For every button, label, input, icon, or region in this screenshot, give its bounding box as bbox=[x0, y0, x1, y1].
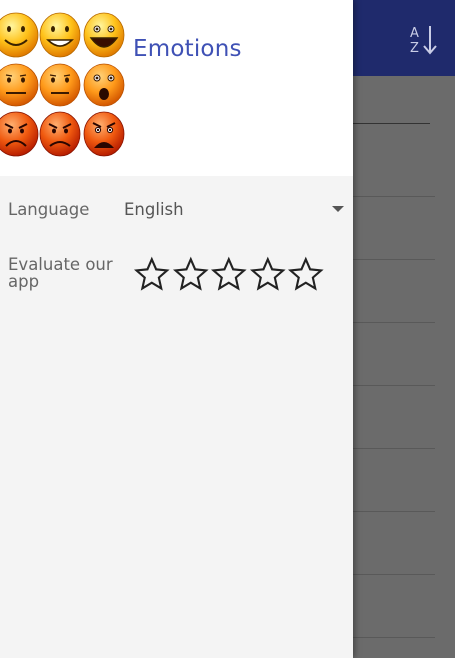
app-title: Emotions bbox=[133, 36, 242, 62]
star-outline-icon[interactable] bbox=[172, 256, 210, 292]
list-divider bbox=[352, 385, 435, 386]
list-divider bbox=[352, 448, 435, 449]
list-divider bbox=[352, 511, 435, 512]
rate-app-label: Evaluate our app bbox=[8, 255, 113, 291]
language-label: Language bbox=[8, 200, 90, 219]
star-outline-icon[interactable] bbox=[210, 256, 248, 292]
emoji-smile-icon bbox=[0, 12, 39, 58]
list-divider bbox=[352, 322, 435, 323]
language-select[interactable]: English bbox=[124, 200, 184, 219]
sort-alphabetical-icon[interactable]: A Z bbox=[405, 22, 439, 56]
emoji-grin-icon bbox=[39, 12, 81, 58]
emoji-angry-icon bbox=[0, 111, 39, 157]
emoji-big-grin-icon bbox=[83, 12, 125, 58]
list-divider bbox=[352, 259, 435, 260]
star-outline-icon[interactable] bbox=[133, 256, 171, 292]
app-logo-emoji-grid bbox=[0, 12, 125, 157]
search-field-underline bbox=[352, 123, 430, 124]
list-divider bbox=[352, 574, 435, 575]
svg-text:A: A bbox=[410, 26, 419, 41]
emoji-frown-icon bbox=[39, 111, 81, 157]
drawer-header: Emotions bbox=[0, 0, 353, 176]
emoji-neutral-icon bbox=[0, 63, 39, 107]
emoji-neutral-icon bbox=[39, 63, 81, 107]
list-divider bbox=[352, 196, 435, 197]
emoji-surprised-icon bbox=[83, 63, 125, 107]
svg-text:Z: Z bbox=[410, 41, 419, 56]
emoji-angry-shout-icon bbox=[83, 111, 125, 157]
star-outline-icon[interactable] bbox=[287, 256, 325, 292]
navigation-drawer: Emotions Language English Evaluate our a… bbox=[0, 0, 353, 658]
rating-stars[interactable] bbox=[133, 256, 325, 292]
list-divider bbox=[352, 637, 435, 638]
dropdown-arrow-icon[interactable] bbox=[332, 206, 344, 212]
star-outline-icon[interactable] bbox=[249, 256, 287, 292]
